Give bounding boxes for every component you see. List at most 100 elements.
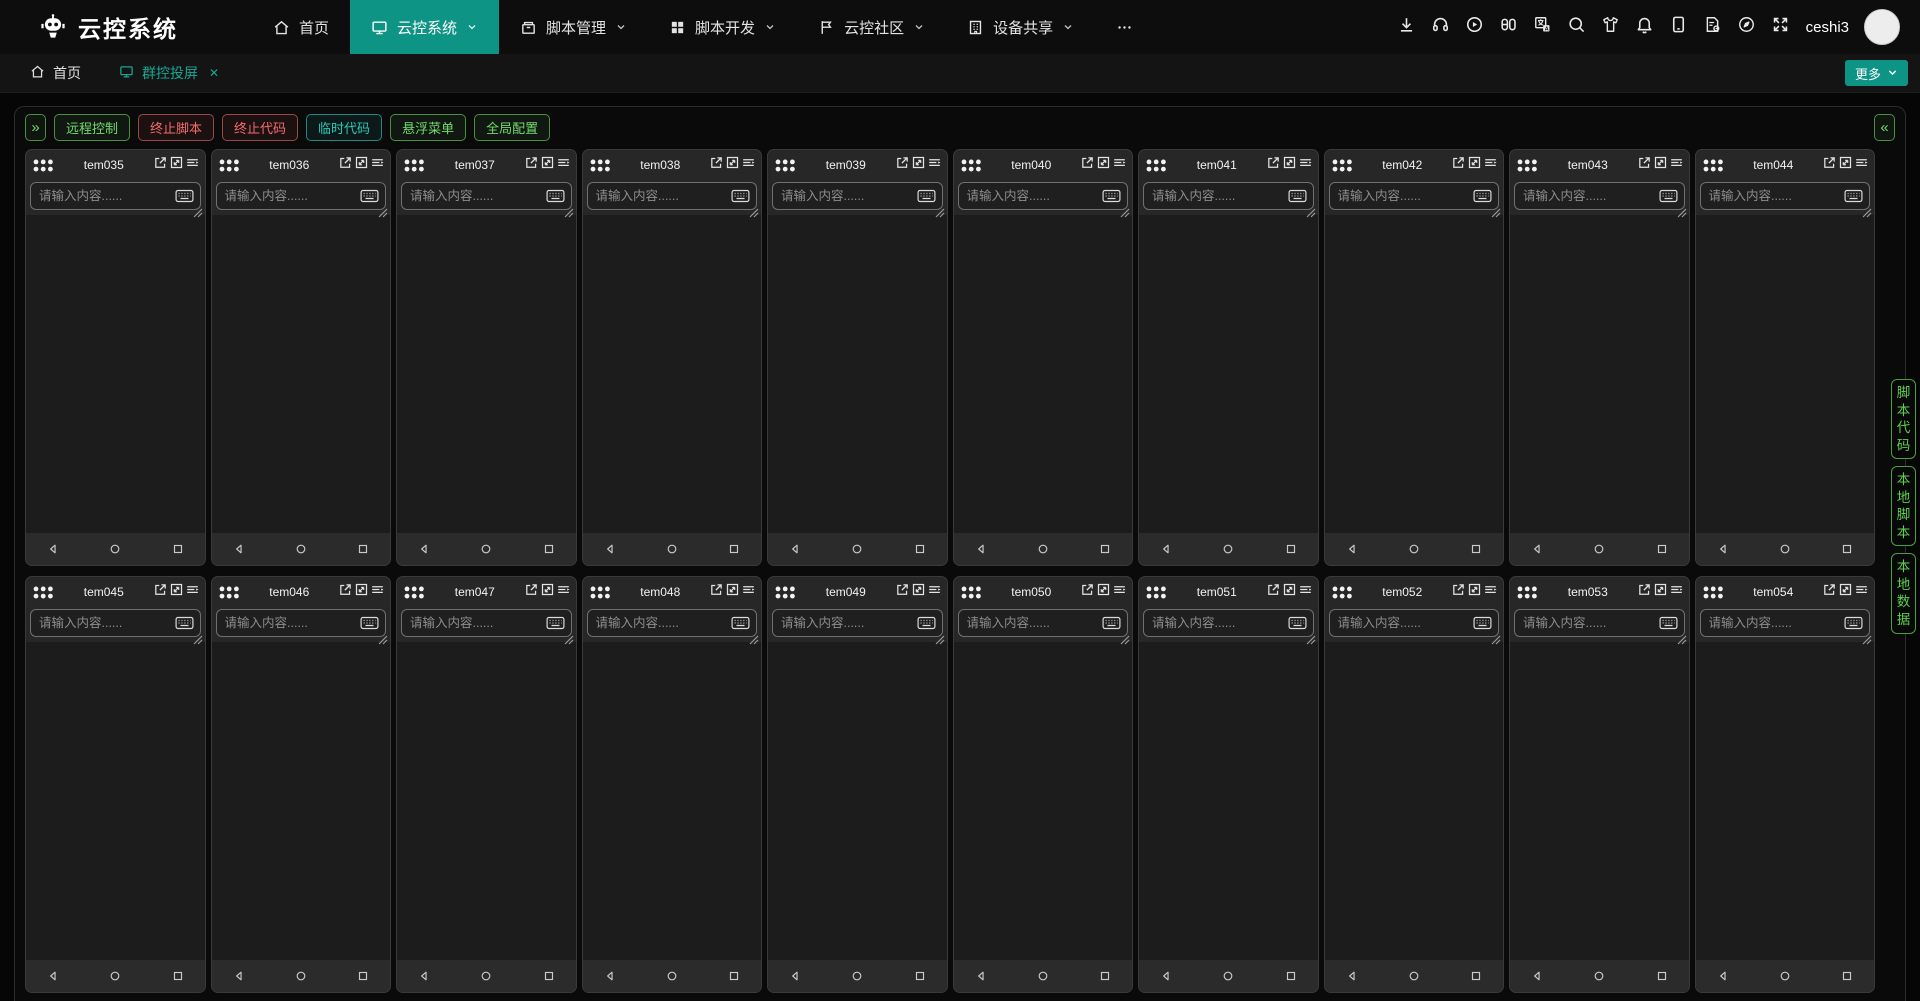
resize-handle[interactable] [564, 205, 574, 215]
navbar-action-headset[interactable] [1426, 11, 1456, 43]
navbar-action-bell[interactable] [1630, 11, 1660, 43]
open-remote-button[interactable] [153, 155, 168, 175]
device-text-input[interactable] [1709, 616, 1845, 630]
android-home-button[interactable] [1778, 969, 1792, 983]
drag-dots-icon[interactable] [32, 157, 56, 174]
resize-handle[interactable] [1306, 632, 1316, 642]
keyboard-button[interactable] [1288, 616, 1307, 630]
nav-item-script-manage[interactable]: 脚本管理 [499, 0, 648, 54]
android-back-button[interactable] [1345, 969, 1359, 983]
more-button[interactable]: 更多 [1845, 60, 1908, 86]
android-home-button[interactable] [1221, 542, 1235, 556]
device-text-input[interactable] [225, 616, 361, 630]
resize-handle[interactable] [749, 205, 759, 215]
navbar-action-fullscreen[interactable] [1766, 11, 1796, 43]
card-menu-button[interactable] [1483, 155, 1498, 175]
android-back-button[interactable] [788, 969, 802, 983]
avatar[interactable] [1864, 9, 1900, 45]
collapse-left-button[interactable]: » [25, 114, 46, 141]
android-home-button[interactable] [665, 969, 679, 983]
open-remote-button[interactable] [153, 582, 168, 602]
keyboard-button[interactable] [1288, 189, 1307, 203]
android-back-button[interactable] [46, 969, 60, 983]
open-remote-button[interactable] [1451, 582, 1466, 602]
android-back-button[interactable] [1345, 542, 1359, 556]
navbar-action-download[interactable] [1392, 11, 1422, 43]
android-recent-button[interactable] [913, 542, 927, 556]
device-screen[interactable] [397, 642, 576, 960]
open-remote-button[interactable] [524, 155, 539, 175]
resize-handle[interactable] [935, 205, 945, 215]
resize-handle[interactable] [378, 205, 388, 215]
keyboard-button[interactable] [731, 616, 750, 630]
device-screen[interactable] [583, 642, 762, 960]
android-home-button[interactable] [665, 542, 679, 556]
device-screen[interactable] [212, 215, 391, 533]
stop-script-button[interactable]: 终止脚本 [138, 114, 214, 141]
device-text-input[interactable] [596, 616, 732, 630]
android-home-button[interactable] [108, 969, 122, 983]
device-text-input[interactable] [1523, 616, 1659, 630]
resize-handle[interactable] [1491, 205, 1501, 215]
device-screen[interactable] [1696, 642, 1875, 960]
android-home-button[interactable] [1407, 542, 1421, 556]
expand-button[interactable] [1838, 582, 1853, 602]
resize-handle[interactable] [1491, 632, 1501, 642]
android-recent-button[interactable] [1655, 542, 1669, 556]
open-remote-button[interactable] [1637, 582, 1652, 602]
navbar-action-file-settings[interactable] [1698, 11, 1728, 43]
drag-dots-icon[interactable] [1702, 584, 1726, 601]
resize-handle[interactable] [564, 632, 574, 642]
drag-dots-icon[interactable] [1516, 157, 1540, 174]
android-home-button[interactable] [108, 542, 122, 556]
expand-button[interactable] [1467, 582, 1482, 602]
open-remote-button[interactable] [709, 155, 724, 175]
float-menu-button[interactable]: 悬浮菜单 [390, 114, 466, 141]
card-menu-button[interactable] [1298, 155, 1313, 175]
open-remote-button[interactable] [1637, 155, 1652, 175]
keyboard-button[interactable] [175, 189, 194, 203]
expand-button[interactable] [169, 582, 184, 602]
open-remote-button[interactable] [338, 582, 353, 602]
device-text-input[interactable] [781, 189, 917, 203]
card-menu-button[interactable] [1854, 155, 1869, 175]
keyboard-button[interactable] [1473, 616, 1492, 630]
drag-dots-icon[interactable] [403, 157, 427, 174]
resize-handle[interactable] [193, 632, 203, 642]
device-screen[interactable] [1325, 642, 1504, 960]
drag-dots-icon[interactable] [1331, 584, 1355, 601]
device-screen[interactable] [26, 642, 205, 960]
resize-handle[interactable] [1120, 632, 1130, 642]
remote-control-button[interactable]: 远程控制 [54, 114, 130, 141]
device-text-input[interactable] [1152, 189, 1288, 203]
keyboard-button[interactable] [546, 189, 565, 203]
android-back-button[interactable] [232, 969, 246, 983]
android-home-button[interactable] [479, 969, 493, 983]
android-back-button[interactable] [788, 542, 802, 556]
device-text-input[interactable] [781, 616, 917, 630]
nav-item-home[interactable]: 首页 [252, 0, 350, 54]
navbar-action-tablet[interactable] [1664, 11, 1694, 43]
expand-button[interactable] [354, 155, 369, 175]
open-remote-button[interactable] [895, 155, 910, 175]
side-tab-local-script[interactable]: 本地脚本 [1891, 466, 1916, 546]
navbar-action-batch-80[interactable] [1494, 11, 1524, 43]
expand-button[interactable] [1282, 582, 1297, 602]
drag-dots-icon[interactable] [218, 157, 242, 174]
expand-button[interactable] [169, 155, 184, 175]
resize-handle[interactable] [935, 632, 945, 642]
android-recent-button[interactable] [1469, 969, 1483, 983]
device-screen[interactable] [768, 642, 947, 960]
drag-dots-icon[interactable] [1145, 157, 1169, 174]
card-menu-button[interactable] [927, 155, 942, 175]
drag-dots-icon[interactable] [960, 157, 984, 174]
expand-button[interactable] [911, 155, 926, 175]
navbar-action-play-circle[interactable] [1460, 11, 1490, 43]
device-screen[interactable] [397, 215, 576, 533]
resize-handle[interactable] [193, 205, 203, 215]
android-back-button[interactable] [1716, 542, 1730, 556]
device-text-input[interactable] [967, 189, 1103, 203]
device-text-input[interactable] [225, 189, 361, 203]
android-recent-button[interactable] [542, 969, 556, 983]
open-remote-button[interactable] [1266, 155, 1281, 175]
